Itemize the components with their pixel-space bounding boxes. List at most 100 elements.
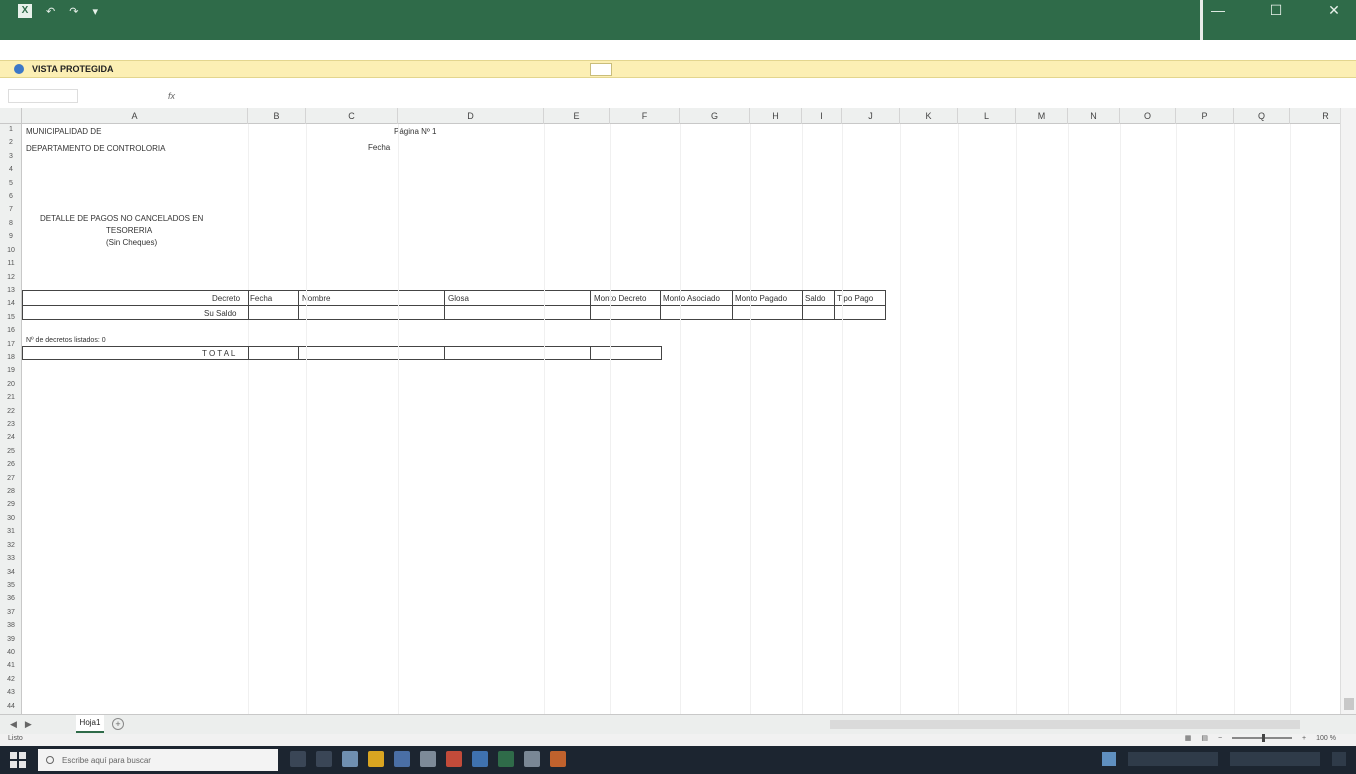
- start-button[interactable]: [10, 752, 26, 768]
- row-header[interactable]: 37: [0, 609, 22, 616]
- row-header[interactable]: 4: [0, 166, 22, 173]
- row-header[interactable]: 44: [0, 703, 22, 710]
- normal-view-icon[interactable]: ▦: [1185, 734, 1192, 742]
- excel-taskbar-icon[interactable]: [498, 751, 514, 767]
- close-button[interactable]: ✕: [1320, 2, 1348, 19]
- zoom-level[interactable]: 100 %: [1316, 735, 1336, 742]
- zoom-slider[interactable]: [1232, 734, 1293, 742]
- row-header[interactable]: 18: [0, 354, 22, 361]
- row-header[interactable]: 13: [0, 287, 22, 294]
- row-header[interactable]: 21: [0, 394, 22, 401]
- enable-editing-button[interactable]: [590, 63, 612, 76]
- select-all-corner[interactable]: [0, 108, 22, 124]
- row-header[interactable]: 41: [0, 662, 22, 669]
- row-header[interactable]: 42: [0, 676, 22, 683]
- tray-clock[interactable]: [1230, 752, 1320, 766]
- tray-app[interactable]: [1128, 752, 1218, 766]
- row-header[interactable]: 20: [0, 381, 22, 388]
- row-header[interactable]: 28: [0, 488, 22, 495]
- column-header[interactable]: N: [1068, 108, 1120, 124]
- column-header[interactable]: P: [1176, 108, 1234, 124]
- column-header[interactable]: A: [22, 108, 248, 124]
- row-header[interactable]: 31: [0, 528, 22, 535]
- row-header[interactable]: 39: [0, 636, 22, 643]
- row-header[interactable]: 1: [0, 126, 22, 133]
- row-header[interactable]: 5: [0, 180, 22, 187]
- row-header[interactable]: 35: [0, 582, 22, 589]
- zoom-out-icon[interactable]: −: [1218, 735, 1222, 742]
- column-header[interactable]: C: [306, 108, 398, 124]
- row-header[interactable]: 2: [0, 139, 22, 146]
- app-icon[interactable]: [524, 751, 540, 767]
- row-header[interactable]: 6: [0, 193, 22, 200]
- store-icon[interactable]: [316, 751, 332, 767]
- customize-toolbar-icon[interactable]: ▾: [92, 5, 98, 18]
- column-header[interactable]: Q: [1234, 108, 1290, 124]
- row-header[interactable]: 29: [0, 501, 22, 508]
- row-header[interactable]: 17: [0, 341, 22, 348]
- row-header[interactable]: 26: [0, 461, 22, 468]
- sheet-nav-arrows[interactable]: ◀▶: [10, 719, 40, 730]
- taskbar-search[interactable]: Escribe aquí para buscar: [38, 749, 278, 771]
- insert-function-icon[interactable]: fx: [168, 91, 175, 101]
- vertical-scrollbar[interactable]: [1340, 108, 1356, 714]
- page-layout-icon[interactable]: ▤: [1201, 734, 1208, 742]
- zoom-in-icon[interactable]: +: [1302, 735, 1306, 742]
- sheet-tab[interactable]: Hoja1: [76, 715, 104, 733]
- row-header[interactable]: 30: [0, 515, 22, 522]
- network-icon[interactable]: [1102, 752, 1116, 766]
- horizontal-scrollbar[interactable]: [830, 720, 1300, 729]
- undo-icon[interactable]: ↶: [46, 5, 55, 18]
- name-box[interactable]: [8, 89, 78, 103]
- chrome-icon[interactable]: [446, 751, 462, 767]
- row-header[interactable]: 19: [0, 367, 22, 374]
- row-header[interactable]: 16: [0, 327, 22, 334]
- row-header[interactable]: 36: [0, 595, 22, 602]
- column-header[interactable]: H: [750, 108, 802, 124]
- row-header[interactable]: 27: [0, 475, 22, 482]
- mail-icon[interactable]: [394, 751, 410, 767]
- column-header[interactable]: L: [958, 108, 1016, 124]
- phone-icon[interactable]: [420, 751, 436, 767]
- task-view-icon[interactable]: [290, 751, 306, 767]
- column-header[interactable]: B: [248, 108, 306, 124]
- column-header[interactable]: J: [842, 108, 900, 124]
- powerpoint-icon[interactable]: [550, 751, 566, 767]
- row-header[interactable]: 24: [0, 434, 22, 441]
- maximize-button[interactable]: ☐: [1262, 2, 1290, 19]
- row-header[interactable]: 25: [0, 448, 22, 455]
- row-header[interactable]: 8: [0, 220, 22, 227]
- worksheet-grid[interactable]: MUNICIPALIDAD DE DEPARTAMENTO DE CONTROL…: [22, 124, 1340, 714]
- row-header[interactable]: 10: [0, 247, 22, 254]
- row-header[interactable]: 34: [0, 569, 22, 576]
- column-header[interactable]: I: [802, 108, 842, 124]
- vertical-scroll-thumb[interactable]: [1344, 698, 1354, 710]
- file-explorer-icon[interactable]: [368, 751, 384, 767]
- column-header[interactable]: K: [900, 108, 958, 124]
- row-header[interactable]: 38: [0, 622, 22, 629]
- row-header[interactable]: 14: [0, 300, 22, 307]
- row-header[interactable]: 9: [0, 233, 22, 240]
- notifications-icon[interactable]: [1332, 752, 1346, 766]
- column-header[interactable]: O: [1120, 108, 1176, 124]
- row-header[interactable]: 3: [0, 153, 22, 160]
- row-header[interactable]: 33: [0, 555, 22, 562]
- add-sheet-button[interactable]: +: [112, 718, 124, 730]
- row-header[interactable]: 11: [0, 260, 22, 267]
- minimize-button[interactable]: —: [1204, 2, 1232, 19]
- row-header[interactable]: 22: [0, 408, 22, 415]
- column-header[interactable]: G: [680, 108, 750, 124]
- row-header[interactable]: 23: [0, 421, 22, 428]
- column-header[interactable]: D: [398, 108, 544, 124]
- word-icon[interactable]: [472, 751, 488, 767]
- row-header[interactable]: 12: [0, 274, 22, 281]
- redo-icon[interactable]: ↷: [69, 5, 78, 18]
- edge-icon[interactable]: [342, 751, 358, 767]
- column-header[interactable]: F: [610, 108, 680, 124]
- zoom-knob[interactable]: [1262, 734, 1266, 742]
- row-header[interactable]: 15: [0, 314, 22, 321]
- column-header[interactable]: M: [1016, 108, 1068, 124]
- row-header[interactable]: 7: [0, 206, 22, 213]
- row-header[interactable]: 40: [0, 649, 22, 656]
- row-header[interactable]: 32: [0, 542, 22, 549]
